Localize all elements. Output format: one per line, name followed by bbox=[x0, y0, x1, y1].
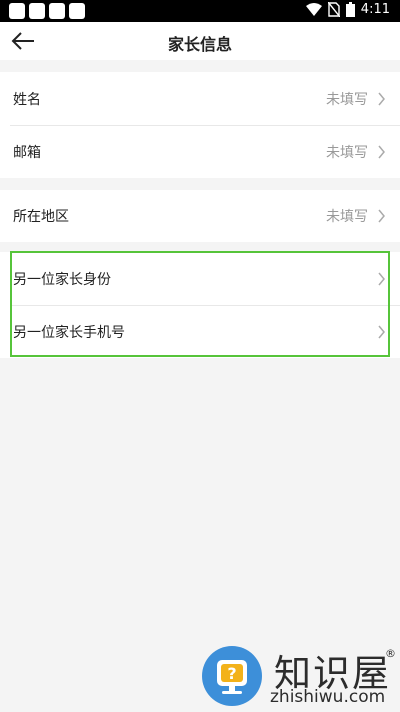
row-value: 未填写 bbox=[326, 209, 368, 225]
region-section: 所在地区 未填写 bbox=[0, 190, 400, 242]
other-parent-phone-row[interactable]: 另一位家长手机号 bbox=[0, 305, 400, 358]
row-label: 所在地区 bbox=[13, 209, 69, 225]
region-row[interactable]: 所在地区 未填写 bbox=[0, 190, 400, 242]
svg-text:?: ? bbox=[227, 664, 236, 683]
nav-bar: 家长信息 bbox=[0, 22, 400, 60]
row-label: 另一位家长身份 bbox=[13, 271, 111, 288]
status-indicators: 4:11 bbox=[305, 2, 390, 17]
notification-icon bbox=[9, 3, 25, 19]
other-parent-identity-row[interactable]: 另一位家长身份 bbox=[0, 252, 400, 305]
row-value: 未填写 bbox=[326, 91, 368, 108]
row-label: 另一位家长手机号 bbox=[13, 324, 125, 341]
status-bar: 4:11 bbox=[0, 0, 400, 22]
page-title: 家长信息 bbox=[167, 35, 232, 54]
watermark-domain: zhishiwu.com bbox=[270, 687, 386, 707]
wifi-icon bbox=[305, 3, 322, 16]
notification-icon bbox=[49, 3, 65, 19]
name-row[interactable]: 姓名 未填写 bbox=[0, 72, 400, 125]
battery-icon bbox=[345, 2, 355, 17]
notification-icon bbox=[29, 3, 45, 19]
chevron-right-icon bbox=[378, 145, 385, 158]
row-value: 未填写 bbox=[326, 144, 368, 161]
chevron-right-icon bbox=[378, 209, 385, 223]
status-time: 4:11 bbox=[360, 2, 390, 17]
chevron-right-icon bbox=[378, 92, 385, 105]
chevron-right-icon bbox=[378, 325, 385, 338]
no-sim-icon bbox=[327, 2, 340, 17]
notification-icons bbox=[9, 3, 85, 19]
monitor-question-icon: ? bbox=[217, 660, 247, 694]
row-label: 姓名 bbox=[13, 91, 41, 108]
email-row[interactable]: 邮箱 未填写 bbox=[0, 125, 400, 178]
watermark: ? 知识屋 ® zhishiwu.com bbox=[195, 641, 400, 712]
row-label: 邮箱 bbox=[13, 144, 41, 161]
other-parent-section: 另一位家长身份 另一位家长手机号 bbox=[0, 252, 400, 358]
watermark-logo: ? bbox=[202, 646, 262, 706]
basic-info-section: 姓名 未填写 邮箱 未填写 bbox=[0, 72, 400, 178]
chevron-right-icon bbox=[378, 272, 385, 285]
watermark-registered: ® bbox=[385, 647, 396, 660]
notification-icon bbox=[69, 3, 85, 19]
